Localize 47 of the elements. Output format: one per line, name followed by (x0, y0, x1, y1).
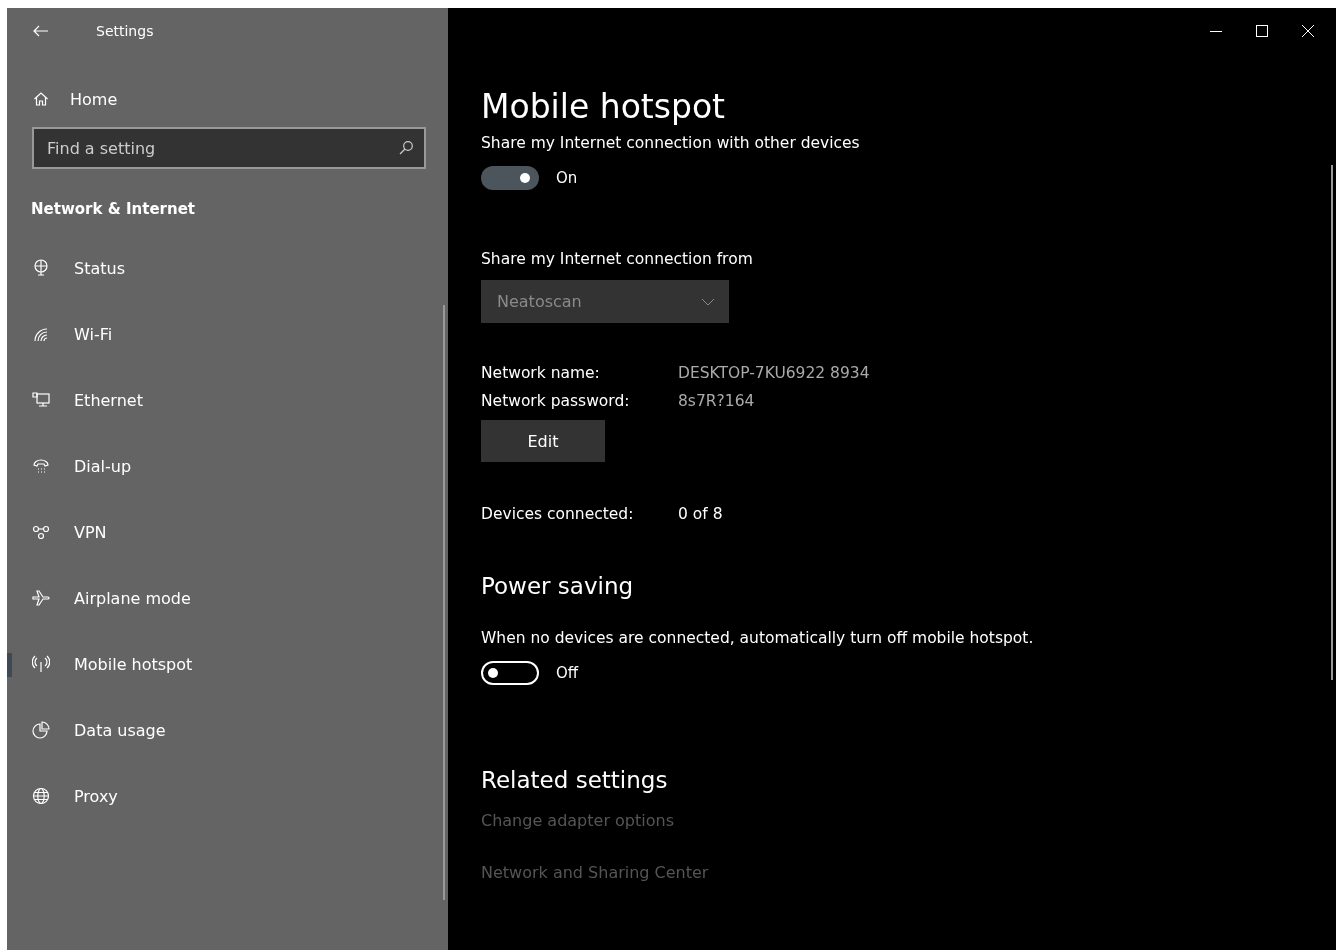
home-link[interactable]: Home (33, 84, 118, 114)
globe-icon (32, 787, 50, 805)
detail-value: 8s7R?164 (678, 392, 756, 410)
maximize-icon (1256, 25, 1268, 37)
sidebar-item[interactable]: Airplane mode (7, 565, 448, 631)
toggle-switch[interactable] (481, 166, 539, 190)
sidebar-item[interactable]: VPN (7, 499, 448, 565)
window-title: Settings (96, 23, 154, 39)
toggle-state: On (556, 169, 578, 187)
section-heading: Power saving (481, 573, 635, 599)
airplane-icon (32, 589, 50, 607)
page-title: Mobile hotspot (481, 86, 727, 128)
sidebar-item[interactable]: Dial-up (7, 433, 448, 499)
detail-label: Devices connected: (481, 505, 635, 523)
sidebar-item[interactable]: Data usage (7, 697, 448, 763)
phone-icon (32, 457, 50, 475)
section-heading: Network & Internet (31, 200, 196, 218)
detail-value: DESKTOP-7KU6922 8934 (678, 364, 871, 382)
sidebar-item[interactable]: Proxy (7, 763, 448, 829)
antenna-icon (32, 655, 50, 673)
wifi-icon (32, 325, 50, 343)
scrollbar[interactable] (1331, 165, 1333, 680)
globe-monitor-icon (32, 259, 50, 277)
vpn-icon (32, 523, 50, 541)
scrollbar[interactable] (443, 305, 445, 900)
toggle-switch[interactable] (481, 661, 539, 685)
detail-value: 0 of 8 (678, 505, 724, 523)
chevron-down-icon (701, 297, 715, 306)
sidebar-item[interactable]: Ethernet (7, 367, 448, 433)
sidebar-item[interactable]: Mobile hotspot (7, 631, 448, 697)
back-arrow-icon[interactable] (33, 25, 49, 37)
toggle-state: Off (556, 664, 579, 682)
setting-label: Share my Internet connection with other devices (481, 134, 861, 152)
monitor-icon (32, 391, 50, 409)
search-field[interactable]: Find a setting (32, 127, 426, 169)
detail-label: Network name: (481, 364, 601, 382)
search-icon (398, 140, 414, 156)
detail-label: Network password: (481, 392, 631, 410)
sidebar-item[interactable]: Wi-Fi (7, 301, 448, 367)
pie-chart-icon (32, 721, 50, 739)
setting-label: When no devices are connected, automatically turn off mobile hotspot. (481, 629, 1035, 647)
setting-label: Share my Internet connection from (481, 250, 754, 268)
section-heading: Related settings (481, 767, 669, 793)
edit-button[interactable]: Edit (481, 420, 605, 462)
home-icon (33, 91, 49, 107)
close-icon (1302, 25, 1314, 37)
sidebar-item[interactable]: Status (7, 235, 448, 301)
